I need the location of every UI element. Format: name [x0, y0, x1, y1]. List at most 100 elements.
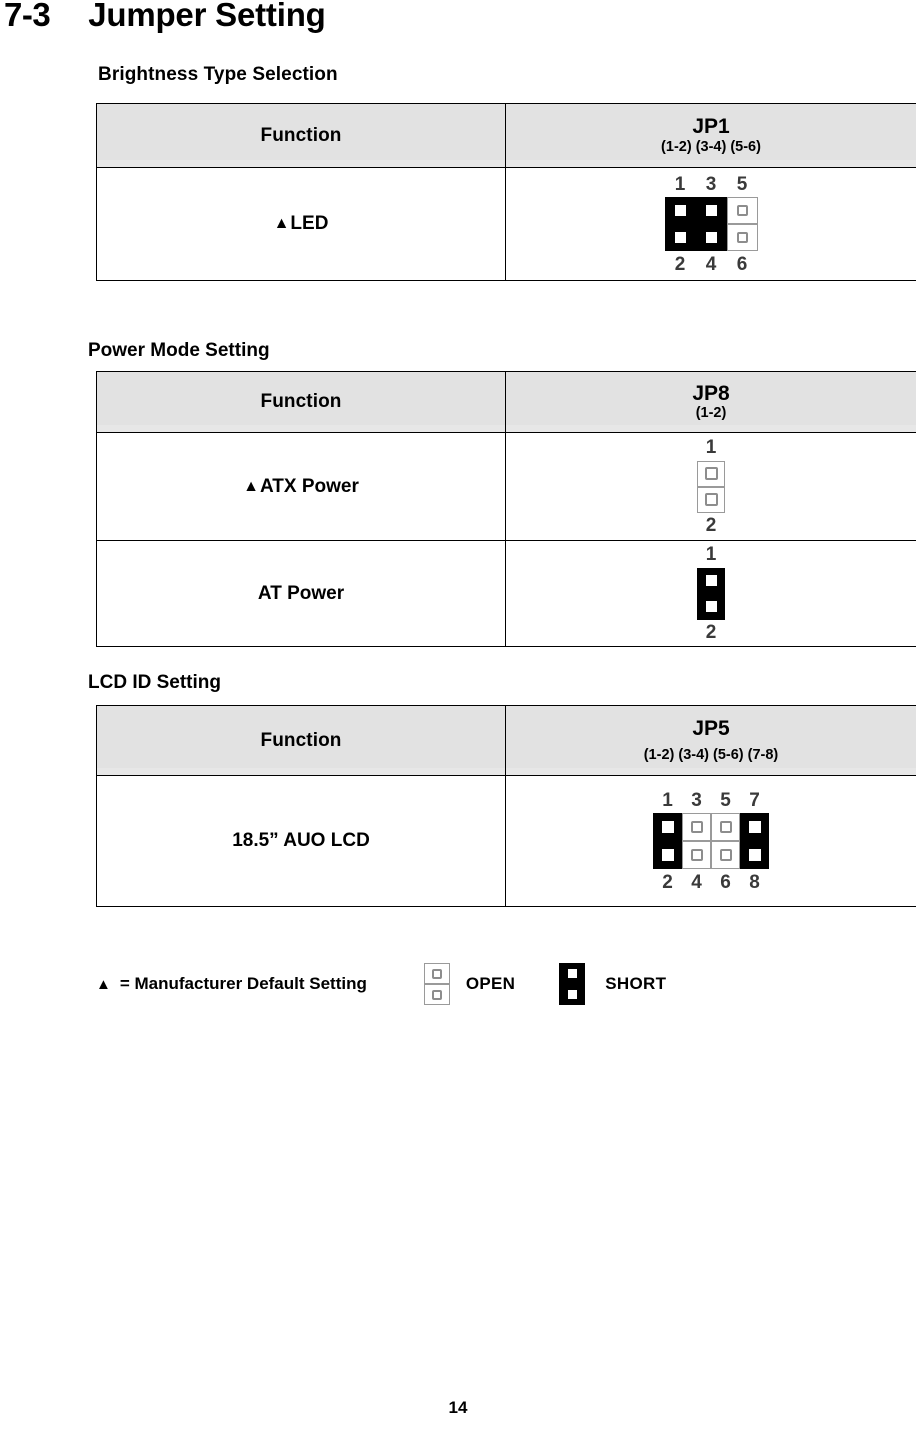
jumper-diagram-jp8-short: 12: [697, 542, 725, 646]
open-jumper-icon: [423, 963, 450, 1005]
jumper-pin-label: 4: [691, 871, 702, 893]
jumper-column-open: [711, 813, 740, 869]
jumper-pin-label: 1: [662, 789, 673, 811]
section-heading-power-mode: Power Mode Setting: [88, 340, 270, 361]
page-title: 7-3 Jumper Setting: [4, 0, 326, 34]
jumper-pin: [664, 224, 696, 251]
jumper-pin: [697, 567, 725, 594]
table-header-row: Function JP8 (1-2): [96, 371, 916, 433]
jumper-pin-label: 2: [705, 515, 717, 536]
jumper-pin: [697, 460, 725, 487]
jumper-diagram-jp1: 135 246: [664, 171, 758, 277]
default-marker-icon: ▲: [273, 215, 290, 232]
jumper-pin: [711, 813, 740, 841]
jumper-column-short: [697, 567, 725, 620]
jumper-pin: [726, 197, 758, 224]
jumper-pin: [682, 841, 711, 869]
header-jumper-pins: (1-2) (3-4) (5-6) (7-8): [643, 747, 779, 764]
header-cell-function: Function: [96, 705, 506, 776]
header-label-function: Function: [260, 391, 342, 412]
jumper-pin: [697, 593, 725, 620]
document-page: 7-3 Jumper Setting Brightness Type Selec…: [0, 0, 916, 1439]
jumper-pin-label: 2: [705, 622, 717, 643]
jumper-pin: [559, 984, 586, 1005]
cell-jumper-jp8-at: 12: [505, 540, 916, 647]
jumper-pin: [559, 963, 586, 984]
jumper-pin-grid: [653, 813, 769, 869]
jumper-pin: [695, 197, 727, 224]
jumper-pin-label: 2: [662, 871, 673, 893]
header-cell-jumper: JP1 (1-2) (3-4) (5-6): [505, 103, 916, 168]
table-header-row: Function JP5 (1-2) (3-4) (5-6) (7-8): [96, 705, 916, 776]
function-label: LED: [290, 213, 329, 234]
cell-function-atx-power: ▲ATX Power: [96, 432, 506, 541]
header-jumper-name: JP1: [692, 115, 730, 139]
jumper-diagram-jp8-open: 12: [697, 435, 725, 539]
legend-jumper-short: [559, 963, 586, 1005]
table-lcd-id-setting: Function JP5 (1-2) (3-4) (5-6) (7-8) 18.…: [96, 705, 916, 907]
default-marker-icon: ▲: [243, 477, 259, 495]
jumper-pin-label: 5: [720, 789, 731, 811]
header-jumper-pins: (1-2): [695, 405, 727, 422]
jumper-column-open: [682, 813, 711, 869]
cell-function-at-power: AT Power: [96, 540, 506, 647]
header-label-function: Function: [260, 124, 342, 146]
jumper-pin-label: 3: [705, 173, 717, 195]
jumper-column-short: [740, 813, 769, 869]
header-cell-function: Function: [96, 371, 506, 433]
jumper-pin: [740, 813, 769, 841]
jumper-pin-label: 1: [705, 544, 717, 565]
table-row: ▲ATX Power 12: [96, 432, 916, 541]
jumper-pin-label: 6: [720, 871, 731, 893]
page-number: 14: [448, 1398, 468, 1417]
jumper-pin: [695, 224, 727, 251]
header-label-function: Function: [260, 729, 342, 751]
jumper-pin-label: 1: [674, 173, 686, 195]
section-title: Jumper Setting: [88, 0, 326, 33]
jumper-pin-label: 7: [749, 789, 760, 811]
jumper-pin-grid: [664, 197, 758, 251]
legend: ▲ = Manufacturer Default Setting OPEN SH…: [96, 963, 666, 1005]
jumper-pin: [664, 197, 696, 224]
table-row: 18.5” AUO LCD 1357 2468: [96, 775, 916, 907]
jumper-pin-label: 1: [705, 437, 717, 458]
jumper-pin: [697, 486, 725, 513]
jumper-pin: [740, 841, 769, 869]
header-cell-jumper: JP5 (1-2) (3-4) (5-6) (7-8): [505, 705, 916, 776]
table-power-mode-setting: Function JP8 (1-2) ▲ATX Power 12 AT Powe…: [96, 371, 916, 647]
jumper-pin-label: 4: [705, 253, 717, 275]
table-brightness-type-selection: Function JP1 (1-2) (3-4) (5-6) ▲LED 135 2…: [96, 103, 916, 281]
section-number: 7-3: [4, 0, 51, 33]
jumper-pin-label: 6: [736, 253, 748, 275]
jumper-column-open: [726, 197, 758, 251]
jumper-pin-label: 3: [691, 789, 702, 811]
jumper-diagram-jp5: 1357 2468: [653, 787, 769, 895]
cell-jumper-jp1: 135 246: [505, 167, 916, 281]
legend-jumper-open: [423, 963, 450, 1005]
jumper-pin: [653, 813, 682, 841]
jumper-pin: [682, 813, 711, 841]
jumper-pin-grid: [697, 460, 725, 513]
table-row: AT Power 12: [96, 540, 916, 647]
jumper-pin: [653, 841, 682, 869]
table-row: ▲LED 135 246: [96, 167, 916, 281]
jumper-pin: [423, 984, 450, 1005]
section-heading-lcd-id: LCD ID Setting: [88, 672, 221, 693]
function-label: ATX Power: [259, 475, 359, 497]
jumper-pin-label: 8: [749, 871, 760, 893]
short-jumper-icon: [559, 963, 586, 1005]
legend-default-text: = Manufacturer Default Setting: [119, 974, 367, 993]
jumper-pin: [726, 224, 758, 251]
header-jumper-name: JP5: [692, 716, 730, 740]
jumper-column-short: [695, 197, 727, 251]
jumper-column-short: [664, 197, 696, 251]
jumper-pin-grid: [697, 567, 725, 620]
jumper-column-short: [653, 813, 682, 869]
legend-short-label: SHORT: [605, 974, 667, 993]
jumper-pin-label: 2: [674, 253, 686, 275]
cell-jumper-jp5: 1357 2468: [505, 775, 916, 907]
function-label: AT Power: [257, 582, 345, 604]
table-header-row: Function JP1 (1-2) (3-4) (5-6): [96, 103, 916, 168]
legend-open-label: OPEN: [465, 974, 516, 993]
function-label: 18.5” AUO LCD: [232, 830, 370, 851]
